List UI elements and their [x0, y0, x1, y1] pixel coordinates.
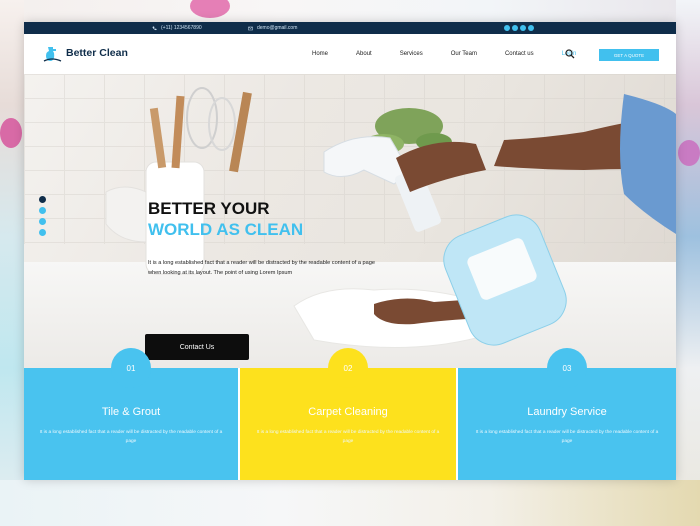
- flower-decoration: [0, 118, 22, 148]
- service-title: Carpet Cleaning: [308, 406, 388, 418]
- service-description: It is a long established fact that a rea…: [475, 430, 659, 444]
- service-card[interactable]: 01 Tile & Grout It is a long established…: [24, 348, 238, 480]
- service-description: It is a long established fact that a rea…: [39, 430, 223, 444]
- service-title: Laundry Service: [527, 406, 607, 418]
- service-card[interactable]: 03 Laundry Service It is a long establis…: [458, 348, 676, 480]
- email-contact[interactable]: demo@gmail.com: [248, 22, 297, 34]
- nav-item-services[interactable]: Services: [400, 51, 423, 57]
- slider-dot[interactable]: [39, 229, 46, 236]
- phone-contact[interactable]: (+11) 1234567890: [152, 22, 202, 34]
- spray-bottle-logo-icon: [43, 47, 62, 62]
- mail-icon: [248, 26, 253, 30]
- backdrop-left: [0, 0, 24, 526]
- slider-dot[interactable]: [39, 218, 46, 225]
- slider-dot[interactable]: [39, 207, 46, 214]
- website-mockup: (+11) 1234567890 demo@gmail.com Better C…: [24, 22, 676, 480]
- hero-description: It is a long established fact that a rea…: [148, 260, 376, 276]
- slider-dot[interactable]: [39, 196, 46, 203]
- search-icon[interactable]: [565, 49, 575, 59]
- email-address: demo@gmail.com: [257, 25, 298, 31]
- nav-item-our-team[interactable]: Our Team: [451, 51, 477, 57]
- hero-banner: BETTER YOUR WORLD AS CLEAN It is a long …: [24, 74, 676, 368]
- get-a-quote-button[interactable]: GET A QUOTE: [599, 49, 659, 61]
- nav-item-contact[interactable]: Contact us: [505, 51, 534, 57]
- main-navbar: Better Clean Home About Services Our Tea…: [24, 34, 676, 74]
- service-number-badge: 01: [111, 348, 151, 388]
- backdrop-top: [0, 0, 700, 22]
- nav-item-home[interactable]: Home: [312, 51, 328, 57]
- service-title: Tile & Grout: [101, 406, 161, 418]
- twitter-icon[interactable]: [512, 25, 518, 31]
- backdrop-bottom: [0, 480, 700, 526]
- service-description: It is a long established fact that a rea…: [256, 430, 440, 444]
- phone-icon: [152, 26, 157, 30]
- logo[interactable]: Better Clean: [42, 44, 128, 62]
- instagram-icon[interactable]: [520, 25, 526, 31]
- hero-title: BETTER YOUR WORLD AS CLEAN: [148, 198, 303, 240]
- contact-us-button[interactable]: Contact Us: [145, 334, 249, 360]
- linkedin-icon[interactable]: [528, 25, 534, 31]
- top-info-bar: (+11) 1234567890 demo@gmail.com: [24, 22, 676, 34]
- service-card[interactable]: 02 Carpet Cleaning It is a long establis…: [240, 348, 456, 480]
- hero-title-line1: BETTER YOUR: [148, 199, 270, 218]
- hero-scene-illustration: [105, 87, 676, 349]
- services-row: 01 Tile & Grout It is a long established…: [24, 348, 676, 480]
- nav-item-about[interactable]: About: [356, 51, 372, 57]
- backdrop-right: [676, 0, 700, 526]
- service-number-badge: 03: [547, 348, 587, 388]
- facebook-icon[interactable]: [504, 25, 510, 31]
- phone-number: (+11) 1234567890: [161, 25, 202, 31]
- flower-decoration: [678, 140, 700, 166]
- hero-slider-dots: [39, 196, 46, 236]
- hero-title-line2: WORLD AS CLEAN: [148, 220, 304, 239]
- nav-menu: Home About Services Our Team Contact us …: [312, 34, 604, 74]
- social-links: [504, 25, 534, 31]
- brand-name: Better Clean: [66, 47, 128, 59]
- service-number-badge: 02: [328, 348, 368, 388]
